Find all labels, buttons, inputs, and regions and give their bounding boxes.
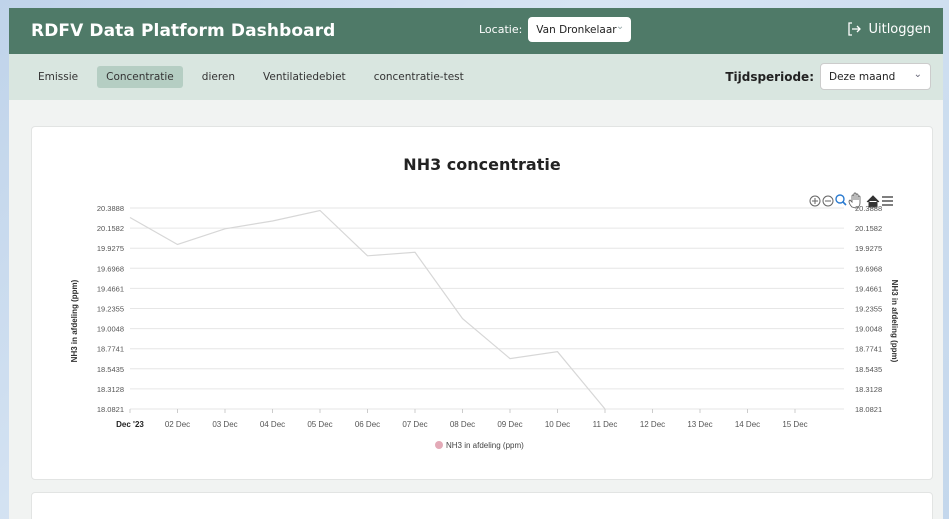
- second-chart-card: [31, 492, 933, 519]
- y-axis-left: 20.3888 20.1582 19.9275 19.6968 19.4661 19.23…: [97, 204, 124, 414]
- app-title: RDFV Data Platform Dashboard: [31, 21, 336, 41]
- y-tick-label-left: 18.7741: [97, 345, 124, 354]
- y-axis-title-left: NH3 in afdeling (ppm): [70, 279, 79, 362]
- x-tick-label: 14 Dec: [735, 420, 760, 429]
- period-label: Tijdsperiode:: [725, 69, 814, 84]
- x-tick-label: 11 Dec: [593, 420, 618, 429]
- y-tick-label-left: 18.5435: [97, 365, 124, 374]
- x-tick-label: 02 Dec: [165, 420, 190, 429]
- tab-dieren[interactable]: dieren: [193, 66, 244, 88]
- tab-concentratie[interactable]: Concentratie: [97, 66, 183, 88]
- y-tick-label-right: 18.0821: [855, 405, 882, 414]
- x-tick-label: 10 Dec: [545, 420, 570, 429]
- menu-icon[interactable]: [882, 196, 893, 206]
- y-tick-label-left: 19.9275: [97, 244, 124, 253]
- x-tick-label: 03 Dec: [212, 420, 237, 429]
- x-tick-label: 09 Dec: [497, 420, 522, 429]
- y-tick-label-right: 19.4661: [855, 284, 882, 293]
- line-chart[interactable]: 20.3888 20.1582 19.9275 19.6968 19.4661 19.23…: [32, 127, 934, 481]
- location-label: Locatie:: [479, 23, 523, 36]
- x-tick-label: 15 Dec: [782, 420, 807, 429]
- x-axis: Dec '23 02 Dec 03 Dec 04 Dec 05 Dec 06 Dec 07 …: [116, 409, 808, 429]
- location-picker: Locatie: Van Dronkelaar ⌄: [479, 17, 632, 42]
- logout-label: Uitloggen: [868, 21, 931, 37]
- y-tick-label-left: 18.0821: [97, 405, 124, 414]
- chart-grid: [130, 207, 844, 410]
- y-tick-label-left: 18.3128: [97, 385, 124, 394]
- tab-bar: Emissie Concentratie dieren Ventilatiede…: [9, 54, 943, 100]
- chart-card: NH3 concentratie 20.3888 20.1582 19.9275…: [31, 126, 933, 480]
- period-picker: Tijdsperiode: Deze maand ⌄: [725, 63, 931, 90]
- legend-marker: [435, 441, 443, 449]
- y-tick-label-left: 19.0048: [97, 325, 124, 334]
- x-tick-label: 12 Dec: [640, 420, 665, 429]
- y-tick-label-right: 18.5435: [855, 365, 882, 374]
- chevron-down-icon: ⌄: [615, 21, 625, 32]
- location-select[interactable]: Van Dronkelaar ⌄: [528, 17, 632, 42]
- y-tick-label-right: 19.9275: [855, 244, 882, 253]
- legend-label: NH3 in afdeling (ppm): [446, 441, 524, 450]
- chevron-down-icon: ⌄: [913, 69, 922, 80]
- x-tick-label: 04 Dec: [260, 420, 285, 429]
- tab-concentratie-test[interactable]: concentratie-test: [365, 66, 473, 88]
- y-tick-label-right: 18.3128: [855, 385, 882, 394]
- y-axis-right: 20.3888 20.1582 19.9275 19.6968 19.4661 19.23…: [855, 204, 882, 414]
- y-tick-label-right: 20.1582: [855, 224, 882, 233]
- y-tick-label-left: 19.6968: [97, 264, 124, 273]
- y-tick-label-right: 18.7741: [855, 345, 882, 354]
- y-axis-title-right: NH3 in afdeling (ppm): [890, 280, 899, 363]
- y-tick-label-left: 20.1582: [97, 224, 124, 233]
- y-tick-label-left: 20.3888: [97, 204, 124, 213]
- location-value: Van Dronkelaar: [536, 23, 617, 36]
- logout-button[interactable]: Uitloggen: [846, 21, 931, 37]
- logout-icon: [848, 22, 862, 36]
- series-line: [129, 209, 606, 410]
- legend[interactable]: NH3 in afdeling (ppm): [435, 441, 524, 450]
- y-tick-label-right: 20.3888: [855, 204, 882, 213]
- top-bar: RDFV Data Platform Dashboard Locatie: Va…: [9, 8, 943, 54]
- x-tick-label: 13 Dec: [687, 420, 712, 429]
- x-tick-label: 05 Dec: [307, 420, 332, 429]
- x-tick-label: Dec '23: [116, 420, 144, 429]
- period-value: Deze maand: [829, 70, 896, 83]
- x-tick-label: 07 Dec: [402, 420, 427, 429]
- y-tick-label-left: 19.2355: [97, 305, 124, 314]
- y-tick-label-right: 19.6968: [855, 264, 882, 273]
- app-window: RDFV Data Platform Dashboard Locatie: Va…: [9, 8, 943, 519]
- x-tick-label: 08 Dec: [450, 420, 475, 429]
- period-select[interactable]: Deze maand ⌄: [820, 63, 931, 90]
- y-tick-label-right: 19.2355: [855, 305, 882, 314]
- y-tick-label-left: 19.4661: [97, 284, 124, 293]
- tab-ventilatiedebiet[interactable]: Ventilatiedebiet: [254, 66, 355, 88]
- y-tick-label-right: 19.0048: [855, 325, 882, 334]
- zoom-select-icon[interactable]: [835, 194, 847, 206]
- tab-emissie[interactable]: Emissie: [29, 66, 87, 88]
- zoom-in-icon[interactable]: [809, 195, 821, 207]
- zoom-out-icon[interactable]: [822, 195, 834, 207]
- x-tick-label: 06 Dec: [355, 420, 380, 429]
